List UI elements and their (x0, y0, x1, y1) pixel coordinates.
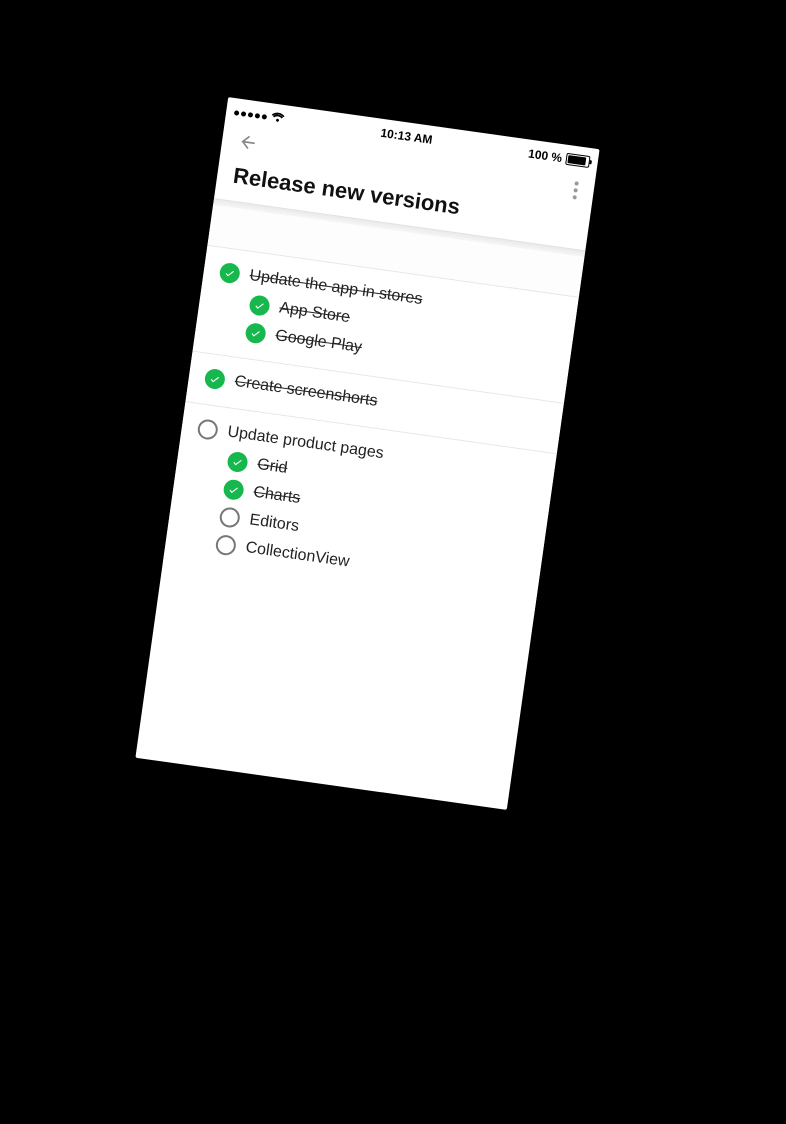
checkbox-empty-icon[interactable] (196, 418, 219, 441)
task-label: Create screenshorts (233, 373, 378, 411)
checkbox-empty-icon[interactable] (215, 534, 238, 557)
more-menu-button[interactable] (572, 181, 578, 199)
battery-percent: 100 % (527, 147, 563, 166)
back-button[interactable] (236, 131, 259, 158)
task-label: Google Play (274, 327, 363, 357)
task-label: Grid (256, 456, 288, 478)
checkbox-checked-icon[interactable] (244, 322, 267, 345)
battery-icon (565, 153, 590, 168)
checkbox-checked-icon[interactable] (222, 478, 245, 501)
checkbox-empty-icon[interactable] (218, 506, 241, 529)
checkbox-checked-icon[interactable] (204, 368, 227, 391)
signal-icon (234, 110, 267, 120)
task-label: Editors (248, 511, 300, 536)
task-label: Charts (252, 484, 301, 508)
checkbox-checked-icon[interactable] (226, 451, 249, 474)
checkbox-checked-icon[interactable] (218, 262, 241, 285)
phone-frame: 10:13 AM 100 % Release new versions (135, 97, 599, 810)
checkbox-checked-icon[interactable] (248, 294, 271, 317)
